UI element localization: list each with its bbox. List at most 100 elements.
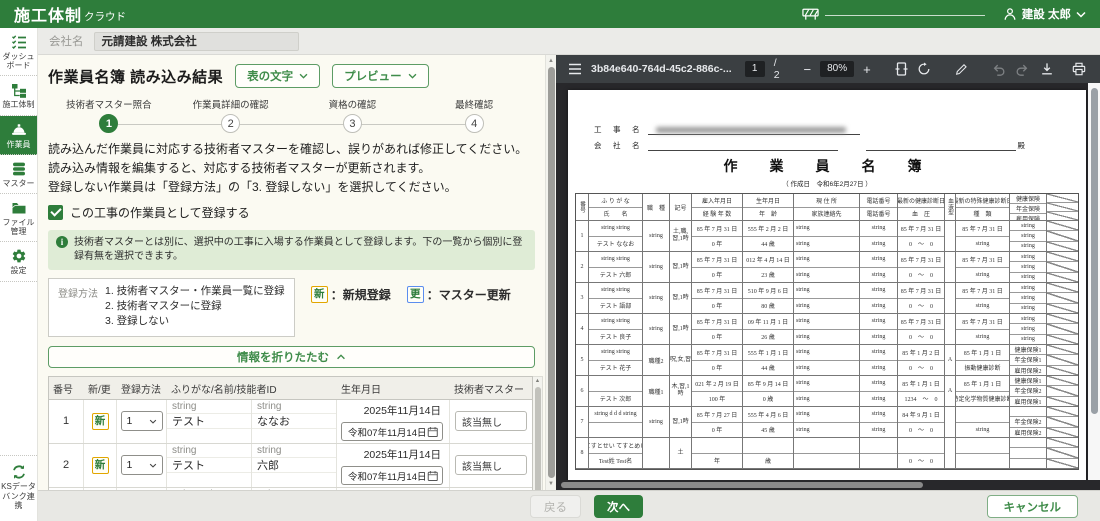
step-3: 資格の確認 3 [292, 97, 414, 135]
sidebar-item-sagyouin[interactable]: 作業員 [0, 115, 37, 155]
sidebar-item-dashboard[interactable]: ダッシュボード [0, 28, 37, 77]
doc-row-number: 3 [576, 283, 589, 314]
zoom-in-button[interactable]: + [863, 62, 871, 77]
company-name-label: 会社名 [49, 36, 84, 48]
register-method-option: 3. 登録しない [105, 315, 170, 328]
doc-col-header: ふ り が な氏 名 [589, 194, 643, 221]
register-method-select[interactable]: 1 [120, 411, 163, 432]
doc-insurance-mark-cell [1047, 438, 1078, 469]
cancel-button[interactable]: キャンセル [986, 495, 1078, 518]
sidebar-item-master[interactable]: マスター [0, 155, 37, 194]
sync-icon [11, 464, 27, 480]
doc-insurance-cell: 健康保険1 年金保険2 雇用保険1 [1010, 376, 1047, 407]
page-number-input[interactable]: 1 [744, 61, 765, 77]
name-cell-sei[interactable]: string テスト [167, 399, 252, 443]
doc-insurance-mark-cell [1047, 221, 1078, 252]
doc-mark-cell: 習,1時 [670, 407, 692, 438]
register-method-select[interactable]: 1 [120, 455, 163, 476]
company-bar: 会社名 元請建設 株式会社 [38, 28, 1100, 55]
table-text-dropdown[interactable]: 表の文字 [235, 64, 321, 88]
register-method-option: 2. 技術者マスターに登録 [105, 300, 222, 313]
next-button[interactable]: 次へ [594, 495, 643, 518]
zoom-out-button[interactable]: − [804, 62, 812, 77]
doc-insurance-mark-cell [1047, 407, 1078, 438]
doc-col-header [1047, 194, 1078, 221]
pdf-horizontal-scrollbar[interactable] [556, 480, 1088, 490]
print-icon[interactable] [1070, 60, 1088, 78]
sidebar-item-ks-databank[interactable]: KSデータバンク連携 [0, 455, 37, 515]
register-checkbox[interactable] [48, 204, 63, 220]
app-title-sub: クラウド [84, 10, 127, 23]
menu-icon[interactable] [568, 60, 582, 78]
collapse-info-button[interactable]: 情報を折りたたむ [48, 345, 535, 368]
sidebar-item-label: ダッシュボード [2, 52, 35, 71]
doc-checkup-cell: 85 年 7 月 31 日0 〜 0 [898, 252, 945, 283]
download-icon[interactable] [1038, 60, 1056, 78]
doc-col-header: 電話番号 電話番号 [860, 194, 898, 221]
doc-job-cell [643, 438, 670, 469]
preview-dropdown[interactable]: プレビュー [332, 64, 429, 88]
scrollbar-thumb[interactable] [561, 482, 923, 488]
scrollbar-thumb[interactable] [548, 67, 555, 478]
name-cell-mei[interactable]: string 六郎 [252, 443, 337, 487]
doc-insurance-cell: string string string [1010, 283, 1047, 314]
panel-vertical-scrollbar[interactable]: ▲ ▼ [545, 55, 556, 490]
doc-name-cell: テスト 次郎 [589, 376, 643, 407]
scrollbar-thumb[interactable] [1090, 88, 1098, 414]
doc-birth-cell: 555 年 2 月 2 日 44 歳 [743, 221, 794, 252]
info-note-text: 技術者マスターとは別に、選択中の工事に入場する作業員として登録します。下の一覧か… [74, 236, 523, 262]
name-cell-mei[interactable]: string ななお [252, 399, 337, 443]
annotate-pen-icon[interactable] [955, 60, 968, 78]
doc-address-cell: string string [794, 345, 860, 376]
org-chart-icon [11, 82, 27, 99]
zoom-level[interactable]: 80% [820, 61, 855, 77]
redo-icon[interactable] [1015, 60, 1029, 78]
doc-tel-cell: string string [860, 407, 898, 438]
birthdate-input[interactable]: 令和07年11月14日 [341, 422, 443, 442]
sidebar-item-file-kanri[interactable]: ファイル管理 [0, 194, 37, 243]
master-match-field[interactable]: 該当無し [455, 411, 527, 432]
doc-tel-cell: string string [860, 376, 898, 407]
sidebar-item-settei[interactable]: 設定 [0, 242, 37, 282]
doc-job-cell: string [643, 221, 670, 252]
legend-item: 新 ：新規登録 [310, 285, 391, 303]
name-cell-sei[interactable]: string テスト [167, 443, 252, 487]
doc-col-header: 雇入年月日経 験 年 数 [692, 194, 743, 221]
step-1: 技術者マスター照合 1 [48, 97, 170, 135]
barricade-icon [802, 7, 819, 21]
chevron-down-icon [149, 463, 156, 468]
doc-special-checkup-cell [956, 438, 1010, 469]
rotate-icon[interactable] [917, 60, 931, 78]
doc-checkup-cell: 85 年 1 月 2 日0 〜 0 [898, 345, 945, 376]
doc-col-header: 記号 [670, 194, 692, 221]
app-window: 施工体制 クラウド 建設 太郎 ダッシュボード 施工体制 作業員 マスター ファ… [0, 0, 1100, 521]
doc-mark-cell: 習,1時 [670, 314, 692, 345]
pdf-toolbar: 3b84e640-764d-45c2-886c-... 1 / 2 − 80% … [556, 55, 1100, 83]
doc-tel-cell: string string [860, 314, 898, 345]
birthdate-input[interactable]: 令和07年11月14日 [341, 466, 443, 486]
back-button[interactable]: 戻る [530, 495, 581, 518]
chevron-down-icon [1076, 11, 1086, 18]
doc-checkup-cell: 85 年 1 月 1 日 1234 〜 0 [898, 376, 945, 407]
birthdate-cell: 2025年11月14日 令和07年11月14日 [337, 399, 450, 443]
gear-icon [11, 248, 27, 264]
fit-page-icon[interactable] [895, 60, 908, 78]
doc-job-cell: string [643, 314, 670, 345]
pdf-canvas[interactable]: 工 事 名 会 社 名 殿 作 業 員 名 簿 （ 作成日 令和6年2月27日 … [556, 83, 1088, 480]
doc-insurance-cell: string string string [1010, 252, 1047, 283]
undo-icon[interactable] [992, 60, 1006, 78]
birthdate-value: 2025年11月14日 [363, 404, 441, 417]
master-match-field[interactable]: 該当無し [455, 455, 527, 476]
step-label: 最終確認 [455, 100, 494, 111]
doc-name-cell: string string テスト 良子 [589, 314, 643, 345]
project-selector[interactable] [802, 7, 985, 21]
table-vertical-scrollbar[interactable]: ▲ ▼ [533, 375, 543, 490]
pdf-vertical-scrollbar[interactable] [1088, 83, 1100, 480]
user-menu[interactable]: 建設 太郎 [1003, 6, 1086, 22]
sidebar-item-sekou-taisei[interactable]: 施工体制 [0, 76, 37, 116]
doc-hire-cell: 85 年 7 月 31 日0 年 [692, 345, 743, 376]
scrollbar-thumb[interactable] [534, 386, 541, 490]
doc-insurance-mark-cell [1047, 376, 1078, 407]
doc-hire-cell: 85 年 7 月 31 日0 年 [692, 252, 743, 283]
sidebar-item-label: KSデータバンク連携 [1, 482, 36, 510]
